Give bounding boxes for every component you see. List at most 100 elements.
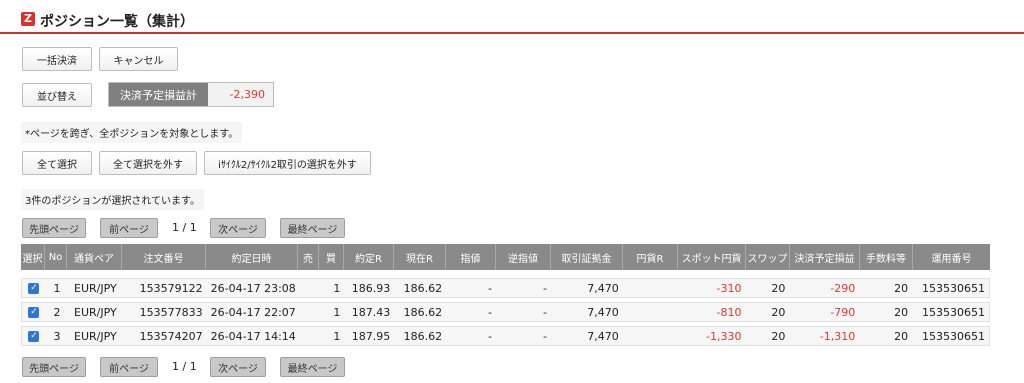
next-page-button[interactable]: 次ページ <box>210 218 266 238</box>
cell-fee: 20 <box>894 305 909 319</box>
cell-op-no: 153530651 <box>921 329 985 343</box>
cell-stop: - <box>542 305 547 319</box>
row-checkbox[interactable]: ✓ <box>22 279 46 297</box>
cell-sell <box>298 327 319 345</box>
positions-table-header: 選択 No 通貨ペア 注文番号 約定日時 売 買 約定R 現在R 指値 逆指値 … <box>21 244 990 270</box>
col-buy: 買 <box>319 244 344 270</box>
cell-no: 3 <box>53 329 61 343</box>
col-swap: スワップ <box>746 244 790 270</box>
table-row[interactable]: ✓ 3 EUR/JPY 153574207 26-04-17 14:14 1 1… <box>21 326 990 346</box>
page-note: *ページを跨ぎ、全ポジションを対象とします。 <box>21 122 243 143</box>
cell-current-rate: 186.62 <box>403 281 443 295</box>
col-spot-yen: スポット円貨 <box>678 244 746 270</box>
cell-swap: 20 <box>771 281 786 295</box>
next-page-button[interactable]: 次ページ <box>210 357 266 377</box>
page-indicator: 1 / 1 <box>172 221 197 234</box>
prev-page-button[interactable]: 前ページ <box>100 218 158 238</box>
col-sell: 売 <box>298 244 319 270</box>
pl-summary-value: -2,390 <box>208 83 273 106</box>
bulk-settle-button[interactable]: 一括決済 <box>22 47 92 71</box>
page-title: ポジション一覧（集計） <box>40 14 194 30</box>
cell-current-rate: 186.62 <box>403 305 443 319</box>
table-row[interactable]: ✓ 1 EUR/JPY 153579122 26-04-17 23:08 1 1… <box>21 278 990 298</box>
col-select: 選択 <box>21 244 45 270</box>
cell-yen-rate <box>623 279 678 297</box>
cell-sell <box>298 303 319 321</box>
col-pair: 通貨ペア <box>67 244 122 270</box>
page-header: Z ポジション一覧（集計） <box>0 0 1024 34</box>
cell-limit: - <box>488 329 493 343</box>
cell-buy: 1 <box>333 305 341 319</box>
cell-spot-yen: -310 <box>716 281 742 295</box>
cancel-button[interactable]: キャンセル <box>99 47 178 71</box>
cell-pair: EUR/JPY <box>74 329 117 343</box>
brand-logo-icon: Z <box>21 12 35 26</box>
col-margin: 取引証拠金 <box>551 244 623 270</box>
sort-button[interactable]: 並び替え <box>22 83 92 107</box>
cell-datetime: 26-04-17 14:14 <box>210 329 296 343</box>
cell-op-no: 153530651 <box>921 305 985 319</box>
col-no: No <box>45 244 67 270</box>
page-indicator: 1 / 1 <box>172 360 197 373</box>
cell-stop: - <box>542 329 547 343</box>
checkmark-icon: ✓ <box>28 330 40 342</box>
col-exec-rate: 約定R <box>344 244 394 270</box>
cell-spot-yen: -810 <box>716 305 742 319</box>
deselect-cycle-button[interactable]: iｻｲｸﾙ2/ｻｲｸﾙ2取引の選択を外す <box>204 151 371 175</box>
row-checkbox[interactable]: ✓ <box>22 303 46 321</box>
pl-summary-label: 決済予定損益計 <box>109 83 208 106</box>
row-checkbox[interactable]: ✓ <box>22 327 46 345</box>
cell-order-no: 153577833 <box>139 305 203 319</box>
checkmark-icon: ✓ <box>28 282 40 294</box>
cell-no: 1 <box>53 281 61 295</box>
cell-current-rate: 186.62 <box>403 329 443 343</box>
cell-limit: - <box>488 281 493 295</box>
cell-order-no: 153579122 <box>139 281 203 295</box>
table-row[interactable]: ✓ 2 EUR/JPY 153577833 26-04-17 22:07 1 1… <box>21 302 990 322</box>
cell-exec-rate: 186.93 <box>351 281 391 295</box>
cell-margin: 7,470 <box>587 305 619 319</box>
last-page-button[interactable]: 最終ページ <box>280 218 345 238</box>
cell-swap: 20 <box>771 329 786 343</box>
first-page-button[interactable]: 先頭ページ <box>22 357 86 377</box>
cell-op-no: 153530651 <box>921 281 985 295</box>
col-limit: 指値 <box>446 244 496 270</box>
cell-stop: - <box>542 281 547 295</box>
checkmark-icon: ✓ <box>28 306 40 318</box>
cell-pl: -1,310 <box>819 329 856 343</box>
select-all-button[interactable]: 全て選択 <box>22 151 92 175</box>
last-page-button[interactable]: 最終ページ <box>280 357 345 377</box>
cell-order-no: 153574207 <box>139 329 203 343</box>
col-current-rate: 現在R <box>394 244 446 270</box>
cell-buy: 1 <box>333 281 341 295</box>
cell-datetime: 26-04-17 23:08 <box>210 281 296 295</box>
first-page-button[interactable]: 先頭ページ <box>22 218 86 238</box>
cell-fee: 20 <box>894 329 909 343</box>
cell-yen-rate <box>623 327 678 345</box>
prev-page-button[interactable]: 前ページ <box>100 357 158 377</box>
col-yen-rate: 円貨R <box>623 244 678 270</box>
cell-pair: EUR/JPY <box>74 281 117 295</box>
cell-datetime: 26-04-17 22:07 <box>210 305 296 319</box>
cell-margin: 7,470 <box>587 281 619 295</box>
deselect-all-button[interactable]: 全て選択を外す <box>99 151 197 175</box>
cell-swap: 20 <box>771 305 786 319</box>
col-fee: 手数料等 <box>860 244 913 270</box>
cell-pair: EUR/JPY <box>74 305 117 319</box>
cell-sell <box>298 279 319 297</box>
cell-exec-rate: 187.95 <box>351 329 391 343</box>
cell-no: 2 <box>53 305 61 319</box>
cell-pl: -290 <box>830 281 856 295</box>
cell-margin: 7,470 <box>587 329 619 343</box>
cell-fee: 20 <box>894 281 909 295</box>
col-stop: 逆指値 <box>496 244 551 270</box>
cell-limit: - <box>488 305 493 319</box>
cell-pl: -790 <box>830 305 856 319</box>
selected-count-note: 3件のポジションが選択されています。 <box>21 189 205 210</box>
cell-yen-rate <box>623 303 678 321</box>
col-order-no: 注文番号 <box>122 244 206 270</box>
pl-summary-box: 決済予定損益計 -2,390 <box>108 82 274 107</box>
col-datetime: 約定日時 <box>206 244 298 270</box>
cell-spot-yen: -1,330 <box>706 329 742 343</box>
cell-exec-rate: 187.43 <box>351 305 391 319</box>
